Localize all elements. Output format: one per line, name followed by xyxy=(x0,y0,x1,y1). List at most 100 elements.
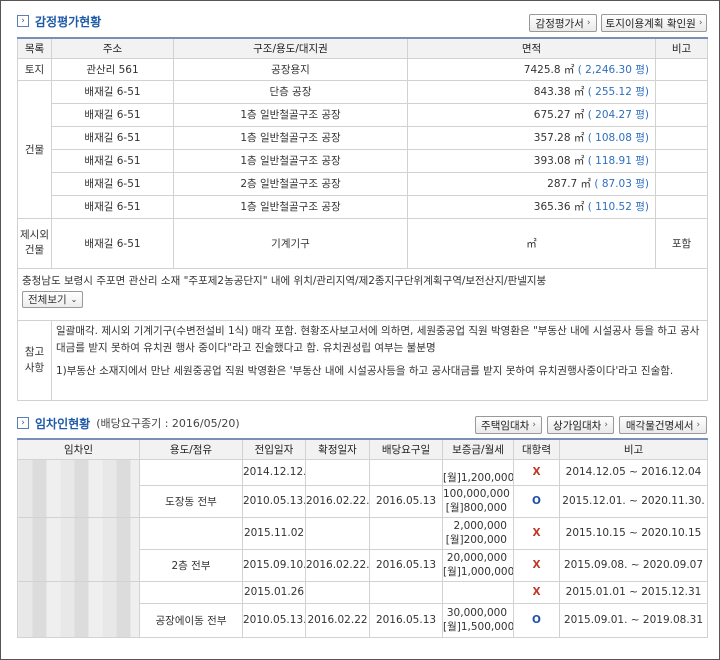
building-note xyxy=(655,194,708,219)
building-area-m2: 393.08 ㎡ xyxy=(533,155,585,167)
land-category: 토지 xyxy=(17,57,52,81)
housing-lease-button[interactable]: 주택임대차 › xyxy=(475,416,542,434)
col-header-tenant: 임차인 xyxy=(17,438,140,460)
tenant-dividend xyxy=(369,516,443,550)
table-row: 2015.11.02 2,000,000 [월]200,000 X 2015.10… xyxy=(17,516,708,582)
sale-statement-label: 매각물건명세서 xyxy=(625,419,694,432)
building-area: 357.28 ㎡ ( 108.08 평) xyxy=(407,125,656,150)
building-area-m2: 365.36 ㎡ xyxy=(533,201,585,213)
table-row: 2015.01.26 X 2015.01.01 ~ 2015.12.31 xyxy=(17,580,708,638)
building-row: 건물 배재길 6-51 단층 공장 843.38 ㎡ ( 255.12 평) xyxy=(17,79,708,219)
col-header-deposit: 보증금/월세 xyxy=(442,438,514,460)
location-text: 충청남도 보령시 주포면 관산리 소재 "주포제2농공단지" 내에 위치/관리지… xyxy=(22,274,547,287)
building-address: 배재길 6-51 xyxy=(51,102,174,127)
tenant-dividend: 2016.05.13 xyxy=(369,548,443,582)
building-area-m2: 357.28 ㎡ xyxy=(533,132,585,144)
tenant-title: 임차인현황 xyxy=(35,416,91,431)
tenant-use xyxy=(139,580,243,604)
location-row: 충청남도 보령시 주포면 관산리 소재 "주포제2농공단지" 내에 위치/관리지… xyxy=(17,267,708,321)
building-area-pyeong: ( 108.08 평) xyxy=(587,132,649,144)
building-area: 675.27 ㎡ ( 204.27 평) xyxy=(407,102,656,127)
tenant-monthly-rent: [월]1,200,000 xyxy=(443,471,514,484)
tenant-header-row: 임차인 용도/점유 전입일자 확정일자 배당요구일 보증금/월세 대항력 비고 xyxy=(17,438,708,460)
tenant-fixed-date: 2016.02.22. xyxy=(305,484,370,518)
excluded-building-row: 제시외건물 배재길 6-51 기계기구 ㎡ 포함 xyxy=(17,217,708,269)
land-address: 관산리 561 xyxy=(51,57,174,81)
tenant-table: 임차인 용도/점유 전입일자 확정일자 배당요구일 보증금/월세 대항력 비고 … xyxy=(17,438,708,638)
building-use: 1층 일반철골구조 공장 xyxy=(173,125,408,150)
tenant-power: X xyxy=(513,580,560,604)
tenant-note: 2014.12.05 ~ 2016.12.04 xyxy=(559,458,708,486)
building-address: 배재길 6-51 xyxy=(51,171,174,196)
building-note xyxy=(655,125,708,150)
building-area-m2: 675.27 ㎡ xyxy=(533,109,585,121)
chevron-right-icon: › xyxy=(698,18,703,28)
tenant-dividend: 2016.05.13 xyxy=(369,484,443,518)
tenant-power: X xyxy=(513,458,560,486)
building-area: 365.36 ㎡ ( 110.52 평) xyxy=(407,194,656,219)
appraisal-report-button[interactable]: 감정평가서 › xyxy=(529,14,597,32)
land-note xyxy=(655,57,708,81)
tenant-deposit: 30,000,000 [월]1,500,000 xyxy=(442,602,514,638)
tenant-use: 공장에이동 전부 xyxy=(139,602,243,638)
tenant-deposit xyxy=(442,580,514,604)
tenant-use: 2층 전부 xyxy=(139,548,243,582)
view-all-dropdown[interactable]: 전체보기 ⌄ xyxy=(22,290,84,308)
land-area: 7425.8 ㎡ ( 2,246.30 평) xyxy=(407,57,656,81)
building-note xyxy=(655,79,708,104)
building-area-pyeong: ( 204.27 평) xyxy=(587,109,649,121)
tenant-move-in: 2015.01.26 xyxy=(242,580,306,604)
tenant-name-blurred xyxy=(17,516,140,582)
col-header-address: 주소 xyxy=(51,37,174,59)
tenant-monthly-rent: [월]800,000 xyxy=(445,502,507,514)
tenant-note: 2015.12.01. ~ 2020.11.30. xyxy=(559,484,708,518)
building-row: 배재길 6-51 1층 일반철골구조 공장 675.27 ㎡ ( 204.27 … xyxy=(18,102,708,127)
tenant-deposit: 100,000,000 [월]800,000 xyxy=(442,484,514,518)
col-header-fixed-date: 확정일자 xyxy=(305,438,370,460)
col-header-category: 목록 xyxy=(17,37,52,59)
sale-statement-button[interactable]: 매각물건명세서 › xyxy=(619,416,707,434)
excluded-use: 기계기구 xyxy=(173,217,408,269)
land-use-plan-button[interactable]: 토지이용계획 확인원 › xyxy=(601,14,707,32)
building-row: 배재길 6-51 1층 일반철골구조 공장 393.08 ㎡ ( 118.91 … xyxy=(18,148,708,173)
building-area: 287.7 ㎡ ( 87.03 평) xyxy=(407,171,656,196)
tenant-dividend xyxy=(369,580,443,604)
building-area-pyeong: ( 110.52 평) xyxy=(587,201,649,213)
land-use: 공장용지 xyxy=(173,57,408,81)
building-area-pyeong: ( 87.03 평) xyxy=(594,178,649,190)
col-header-opposing-power: 대항력 xyxy=(513,438,560,460)
tenant-deposit-amount: 100,000,000 xyxy=(443,488,510,500)
appraisal-table: 목록 주소 구조/용도/대지권 면적 비고 토지 관산리 561 공장용지 74… xyxy=(17,37,708,401)
appraisal-header: › 감정평가현황 xyxy=(17,11,101,31)
tenant-monthly-rent: [월]1,000,000 xyxy=(443,566,514,578)
housing-lease-label: 주택임대차 xyxy=(481,419,530,432)
tenant-dividend: 2016.05.13 xyxy=(369,602,443,638)
excluded-area: ㎡ xyxy=(407,217,656,269)
tenant-header: › 임차인현황 (배당요구종기 : 2016/05/20) xyxy=(17,413,240,433)
tenant-deposit-amount: 2,000,000 xyxy=(453,520,507,532)
tenant-note: 2015.01.01 ~ 2015.12.31 xyxy=(559,580,708,604)
land-area-pyeong: ( 2,246.30 평) xyxy=(577,63,649,76)
tenant-use: 도장동 전부 xyxy=(139,484,243,518)
building-row: 배재길 6-51 2층 일반철골구조 공장 287.7 ㎡ ( 87.03 평) xyxy=(18,171,708,196)
building-row: 배재길 6-51 1층 일반철골구조 공장 365.36 ㎡ ( 110.52 … xyxy=(18,194,708,219)
location-cell: 충청남도 보령시 주포면 관산리 소재 "주포제2농공단지" 내에 위치/관리지… xyxy=(17,267,708,321)
appraisal-header-row: 목록 주소 구조/용도/대지권 면적 비고 xyxy=(17,37,708,59)
building-address: 배재길 6-51 xyxy=(51,194,174,219)
reference-row: 참고사항 일괄매각. 제시외 기계기구(수변전설비 1식) 매각 포함. 현황조… xyxy=(17,319,708,401)
tenant-deposit: 20,000,000 [월]1,000,000 xyxy=(442,548,514,582)
appraisal-title: 감정평가현황 xyxy=(35,14,102,29)
tenant-power: X xyxy=(513,516,560,550)
tenant-deposit: 2,000,000 [월]200,000 xyxy=(442,516,514,550)
building-use: 단층 공장 xyxy=(173,79,408,104)
tenant-move-in: 2010.05.13. xyxy=(242,602,306,638)
building-use: 1층 일반철골구조 공장 xyxy=(173,102,408,127)
reference-cell: 일괄매각. 제시외 기계기구(수변전설비 1식) 매각 포함. 현황조사보고서에… xyxy=(51,319,708,401)
building-use: 2층 일반철골구조 공장 xyxy=(173,171,408,196)
shop-lease-button[interactable]: 상가임대차 › xyxy=(547,416,614,434)
tenant-name-blurred xyxy=(17,580,140,638)
reference-label: 참고사항 xyxy=(17,319,52,401)
land-row: 토지 관산리 561 공장용지 7425.8 ㎡ ( 2,246.30 평) xyxy=(17,57,708,81)
tenant-monthly-rent: [월]200,000 xyxy=(445,534,507,546)
building-area: 393.08 ㎡ ( 118.91 평) xyxy=(407,148,656,173)
